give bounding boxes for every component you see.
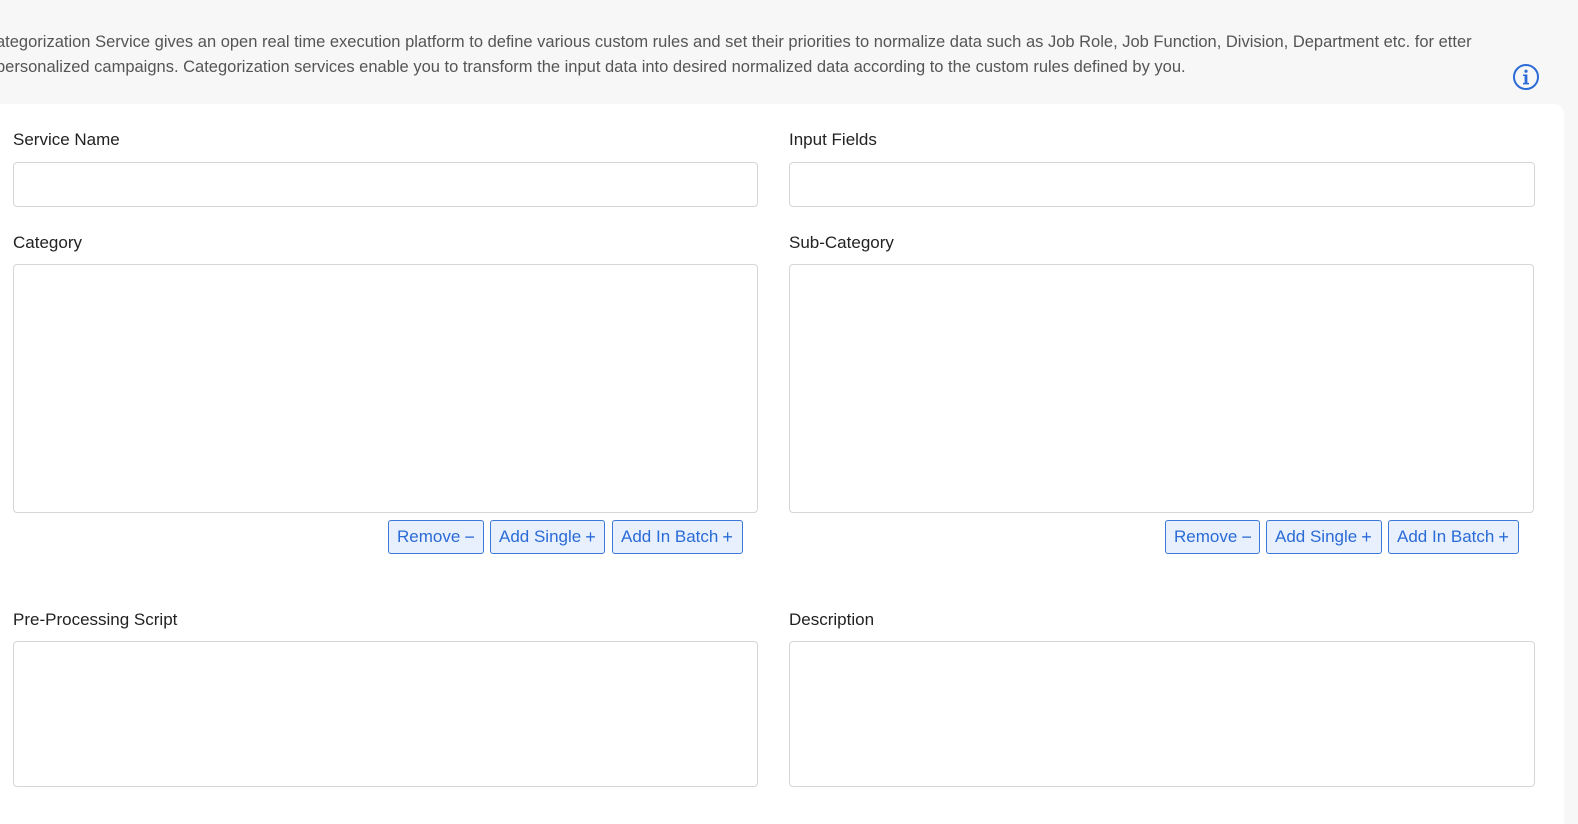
category-add-single-button[interactable]: Add Single + [490,520,605,554]
sub-category-list[interactable] [789,264,1534,513]
category-add-single-label: Add Single [499,527,582,546]
plus-icon: + [585,527,596,547]
intro-description: ategorization Service gives an open real… [0,33,1472,76]
input-fields-label: Input Fields [789,130,877,149]
category-remove-button[interactable]: Remove − [388,520,484,554]
sub-category-remove-label: Remove [1174,527,1238,546]
service-name-label: Service Name [13,130,120,149]
category-label: Category [13,233,82,252]
minus-icon: − [1241,527,1252,547]
sub-category-add-batch-label: Add In Batch [1397,527,1495,546]
category-list[interactable] [13,264,758,513]
category-add-batch-button[interactable]: Add In Batch + [612,520,743,554]
pre-processing-script-label: Pre-Processing Script [13,610,178,629]
sub-category-label: Sub-Category [789,233,894,252]
category-remove-label: Remove [397,527,461,546]
pre-processing-script-input[interactable] [13,641,758,787]
plus-icon: + [722,527,733,547]
service-name-input[interactable] [13,162,758,207]
description-input[interactable] [789,641,1535,787]
sub-category-add-single-label: Add Single [1275,527,1358,546]
description-label: Description [789,610,875,629]
sub-category-remove-button[interactable]: Remove − [1165,520,1260,554]
info-circle-icon[interactable] [1512,63,1540,91]
category-add-batch-label: Add In Batch [621,527,719,546]
plus-icon: + [1498,527,1509,547]
sub-category-add-batch-button[interactable]: Add In Batch + [1388,520,1519,554]
plus-icon: + [1361,527,1372,547]
sub-category-add-single-button[interactable]: Add Single + [1266,520,1382,554]
service-form-card: Service Name Input Fields Category Remov… [0,104,1564,824]
input-fields-input[interactable] [789,162,1535,207]
minus-icon: − [464,527,475,547]
